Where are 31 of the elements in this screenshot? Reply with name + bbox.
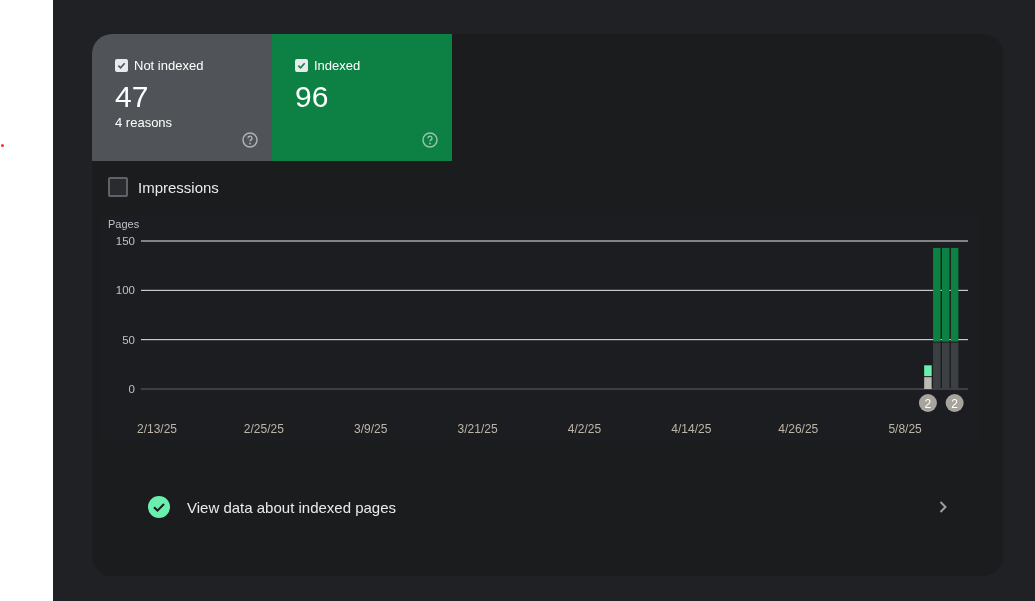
tile-subtitle: 4 reasons — [115, 115, 174, 130]
y-tick-label: 150 — [115, 235, 135, 247]
tile-count: 47 — [115, 79, 150, 115]
chevron-right-icon — [938, 500, 948, 514]
axis-title: Pages — [108, 218, 140, 230]
x-tick-label: 2/25/25 — [243, 422, 284, 436]
x-tick-label: 4/2/25 — [567, 422, 602, 436]
y-tick-label: 100 — [115, 284, 135, 297]
metric-tile[interactable]: Indexed 96 — [272, 34, 452, 161]
tile-count: 96 — [295, 79, 330, 115]
chart-bar[interactable] — [924, 365, 932, 377]
indexed-pages-link[interactable]: View data about indexed pages — [148, 496, 948, 518]
tile-checkbox[interactable] — [115, 59, 128, 72]
help-icon[interactable] — [242, 132, 258, 148]
x-tick-label: 4/26/25 — [778, 422, 819, 436]
x-tick-label: 2/13/25 — [136, 422, 177, 436]
x-tick-label: 3/9/25 — [354, 422, 388, 436]
y-tick-label: 50 — [122, 333, 135, 346]
marker-dot — [1, 144, 4, 147]
y-tick-label: 0 — [128, 383, 135, 395]
tile-checkbox[interactable] — [295, 59, 308, 72]
help-icon[interactable] — [422, 132, 438, 148]
impressions-checkbox[interactable] — [108, 177, 128, 197]
impressions-label: Impressions — [138, 178, 219, 196]
tile-label: Not indexed — [134, 58, 204, 73]
x-tick-label: 5/8/25 — [888, 422, 922, 436]
x-tick-label: 3/21/25 — [457, 422, 498, 436]
x-tick-label: 4/14/25 — [671, 422, 712, 436]
metric-tile[interactable]: Not indexed 47 4 reasons — [92, 34, 272, 161]
check-circle-icon — [148, 496, 170, 518]
tile-label: Indexed — [314, 58, 361, 73]
